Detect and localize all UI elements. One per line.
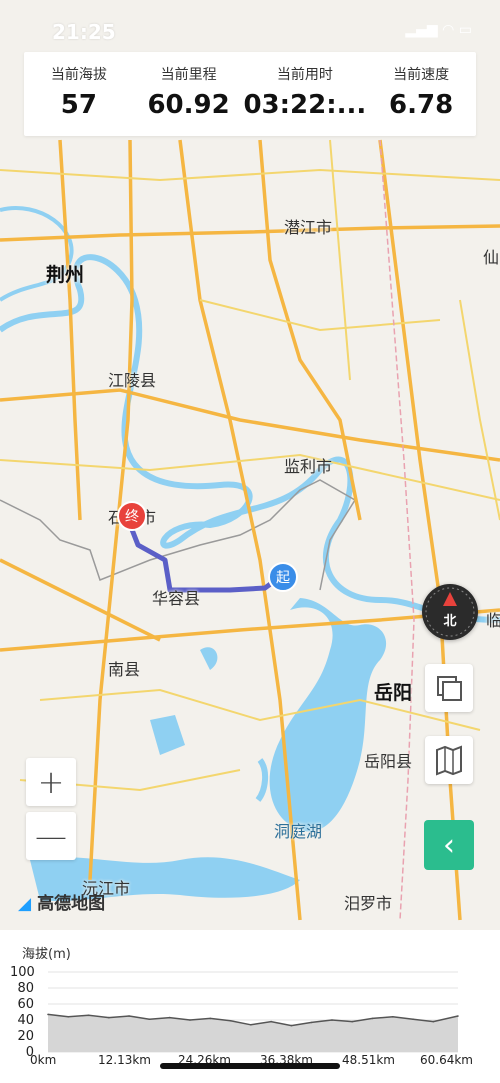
place-label-miluo: 汨罗市 xyxy=(344,894,393,913)
zoom-out-button[interactable]: — xyxy=(26,812,76,860)
elevation-point xyxy=(128,1015,130,1017)
map-style-button[interactable] xyxy=(425,736,473,784)
elevation-point xyxy=(331,1019,333,1021)
place-label-jiangling: 江陵县 xyxy=(108,371,157,390)
status-bar: 21:25 ▂▄▆ ◠ ▭ xyxy=(0,0,500,50)
amap-logo-text: 高德地图 xyxy=(37,894,106,914)
stat-altitude: 当前海拔 57 xyxy=(24,52,134,136)
stat-value: 6.78 xyxy=(389,90,454,120)
elevation-point xyxy=(250,1024,252,1026)
stats-panel: 当前海拔 57 当前里程 60.92 当前用时 03:22:... 当前速度 6… xyxy=(24,52,476,136)
stat-speed: 当前速度 6.78 xyxy=(366,52,476,136)
stat-distance: 当前里程 60.92 xyxy=(134,52,244,136)
elevation-point xyxy=(189,1019,191,1021)
elevation-chart xyxy=(47,971,459,1053)
x-tick-label: 0km xyxy=(30,1053,57,1067)
x-tick-label: 12.13km xyxy=(98,1053,151,1067)
elevation-point xyxy=(351,1020,354,1023)
elevation-point xyxy=(209,1017,212,1020)
stat-label: 当前用时 xyxy=(276,67,333,83)
zoom-in-button[interactable]: + xyxy=(26,758,76,806)
layers-button[interactable] xyxy=(425,664,473,712)
amap-logo-icon: ◢ xyxy=(18,894,32,914)
chevron-left-icon: ‹ xyxy=(443,827,455,863)
elevation-point xyxy=(310,1021,313,1024)
y-tick-label: 60 xyxy=(17,997,34,1012)
elevation-point xyxy=(457,1015,459,1017)
collapse-panel-button[interactable]: ‹ xyxy=(424,820,474,870)
y-tick-label: 40 xyxy=(17,1013,34,1028)
elevation-point xyxy=(168,1016,171,1019)
stat-value: 60.92 xyxy=(147,90,230,120)
y-tick-label: 100 xyxy=(10,965,35,980)
elevation-point xyxy=(87,1014,90,1016)
elevation-panel: 海拔(m) 100 80 60 40 20 0 0km 12.13km 24.2… xyxy=(0,930,500,1083)
stat-label: 当前海拔 xyxy=(50,67,107,83)
elevation-point xyxy=(270,1020,272,1023)
place-label-lin: 临 xyxy=(486,611,500,630)
status-icons: ▂▄▆ ◠ ▭ xyxy=(405,22,472,38)
stat-value: 03:22:... xyxy=(243,90,367,120)
place-label-yueyang: 岳阳 xyxy=(374,682,413,704)
amap-logo: ◢ 高德地图 xyxy=(18,889,105,914)
status-time: 21:25 xyxy=(52,20,116,44)
elevation-point xyxy=(47,1013,49,1016)
layers-icon xyxy=(437,676,462,701)
elevation-point xyxy=(412,1018,414,1020)
place-label-nanxian: 南县 xyxy=(108,660,141,679)
compass-button[interactable]: 北 xyxy=(422,584,478,640)
compass-north-label: 北 xyxy=(443,614,457,629)
elevation-point xyxy=(67,1016,70,1018)
x-tick-label: 60.64km xyxy=(420,1053,473,1067)
elevation-point xyxy=(148,1018,151,1020)
elevation-point xyxy=(290,1024,293,1027)
elevation-point xyxy=(392,1016,394,1018)
place-label-huarong: 华容县 xyxy=(152,589,201,608)
place-label-jingzhou: 荆州 xyxy=(46,264,85,286)
elevation-point xyxy=(432,1020,435,1023)
y-tick-label: 20 xyxy=(17,1029,34,1044)
elevation-point xyxy=(229,1020,232,1022)
y-tick-label: 80 xyxy=(17,981,34,996)
place-label-xian: 仙 xyxy=(483,248,500,267)
home-indicator xyxy=(160,1063,340,1069)
start-marker[interactable]: 起 xyxy=(268,562,298,592)
elevation-point xyxy=(371,1017,374,1020)
stat-label: 当前里程 xyxy=(160,67,217,83)
stat-duration: 当前用时 03:22:... xyxy=(243,52,366,136)
elevation-point xyxy=(108,1016,110,1019)
elevation-title: 海拔(m) xyxy=(22,947,71,962)
end-marker[interactable]: 终 xyxy=(117,501,147,531)
stat-label: 当前速度 xyxy=(393,67,450,83)
x-tick-label: 48.51km xyxy=(342,1053,395,1067)
place-label-qianjiang: 潜江市 xyxy=(284,218,333,237)
place-label-dongtinghu: 洞庭湖 xyxy=(274,822,323,841)
map-view[interactable]: 21:25 ▂▄▆ ◠ ▭ 当前海拔 57 当前里程 60.92 当前用时 03… xyxy=(0,0,500,930)
place-label-jianli: 监利市 xyxy=(284,457,333,476)
folded-map-icon xyxy=(436,745,462,776)
stat-value: 57 xyxy=(60,90,97,120)
place-label-yueyangxian: 岳阳县 xyxy=(364,752,413,771)
